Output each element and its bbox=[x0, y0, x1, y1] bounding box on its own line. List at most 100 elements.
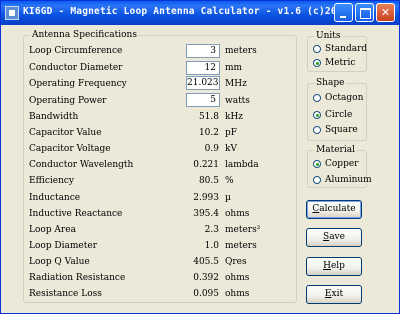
exit-button[interactable]: Exit bbox=[306, 285, 362, 304]
inductance-unit: µ bbox=[225, 193, 231, 203]
inductance-label: Inductance bbox=[29, 193, 81, 203]
units-label: Units bbox=[314, 31, 343, 41]
window-title: KI6GD - Magnetic Loop Antenna Calculator… bbox=[23, 6, 349, 17]
conductor-diameter-label: Conductor Diameter bbox=[29, 63, 123, 73]
capacitor-value-value: 10.2 bbox=[198, 128, 219, 138]
efficiency-value: 80.5 bbox=[198, 176, 219, 186]
units-standard-label: Standard bbox=[325, 44, 368, 54]
conductor-wavelength-value: 0.221 bbox=[193, 160, 219, 170]
radiation-resistance-value: 0.392 bbox=[193, 273, 219, 283]
exit-mnemonic: E bbox=[324, 289, 332, 299]
material-copper-radio[interactable]: Copper bbox=[313, 158, 365, 170]
conductor-diameter-unit: mm bbox=[225, 63, 243, 73]
material-copper-label: Copper bbox=[325, 159, 359, 169]
operating-frequency-unit: MHz bbox=[225, 79, 247, 89]
shape-circle-radio[interactable]: Circle bbox=[313, 109, 365, 121]
operating-power-input[interactable]: 5 bbox=[186, 93, 220, 107]
save-button[interactable]: Save bbox=[306, 228, 362, 247]
inductive-reactance-value: 395.4 bbox=[193, 209, 219, 219]
radiation-resistance-unit: ohms bbox=[225, 273, 250, 283]
help-button[interactable]: Help bbox=[306, 257, 362, 276]
radiation-resistance-label: Radiation Resistance bbox=[29, 273, 126, 283]
shape-octagon-radio[interactable]: Octagon bbox=[313, 92, 365, 104]
material-aluminum-label: Aluminum bbox=[325, 175, 372, 185]
radio-indicator-selected bbox=[313, 59, 321, 67]
bandwidth-label: Bandwidth bbox=[29, 112, 79, 122]
minimize-button[interactable] bbox=[334, 3, 353, 22]
loop-diameter-label: Loop Diameter bbox=[29, 241, 98, 251]
conductor-wavelength-label: Conductor Wavelength bbox=[29, 160, 134, 170]
app-icon bbox=[5, 6, 19, 20]
help-mnemonic: H bbox=[323, 261, 331, 271]
loop-area-value: 2.3 bbox=[204, 225, 219, 235]
capacitor-value-label: Capacitor Value bbox=[29, 128, 102, 138]
conductor-diameter-input[interactable]: 12 bbox=[186, 61, 220, 75]
units-metric-radio[interactable]: Metric bbox=[313, 57, 365, 69]
help-button-label: elp bbox=[330, 261, 345, 271]
radio-indicator-selected bbox=[313, 160, 321, 168]
resistance-loss-label: Resistance Loss bbox=[29, 289, 102, 299]
radio-indicator-selected bbox=[313, 111, 321, 119]
conductor-wavelength-unit: lambda bbox=[225, 160, 259, 170]
operating-power-unit: watts bbox=[225, 96, 250, 106]
material-label: Material bbox=[314, 145, 357, 155]
resistance-loss-row: Resistance Loss 0.095 ohms bbox=[29, 287, 269, 301]
operating-power-row: Operating Power watts bbox=[29, 94, 269, 108]
capacitor-voltage-unit: kV bbox=[225, 144, 237, 154]
radiation-resistance-row: Radiation Resistance 0.392 ohms bbox=[29, 271, 269, 285]
shape-octagon-label: Octagon bbox=[325, 93, 364, 103]
loop-area-label: Loop Area bbox=[29, 225, 76, 235]
loop-diameter-unit: meters bbox=[225, 241, 257, 251]
inductive-reactance-unit: ohms bbox=[225, 209, 250, 219]
operating-frequency-label: Operating Frequency bbox=[29, 79, 127, 89]
capacitor-value-unit: pF bbox=[225, 128, 238, 138]
calculate-button-label: alculate bbox=[319, 204, 356, 214]
loop-q-value-unit: Qres bbox=[225, 257, 247, 267]
capacitor-voltage-row: Capacitor Voltage 0.9 kV bbox=[29, 142, 269, 156]
material-aluminum-radio[interactable]: Aluminum bbox=[313, 174, 372, 186]
loop-circumference-row: Loop Circumference meters bbox=[29, 44, 269, 58]
conductor-wavelength-row: Conductor Wavelength 0.221 lambda bbox=[29, 158, 269, 172]
operating-frequency-input[interactable]: 21.023 bbox=[186, 76, 220, 90]
units-metric-label: Metric bbox=[325, 58, 356, 68]
antenna-specifications-label: Antenna Specifications bbox=[30, 30, 139, 40]
save-button-label: ave bbox=[329, 232, 345, 242]
inductive-reactance-label: Inductive Reactance bbox=[29, 209, 123, 219]
radio-indicator bbox=[313, 126, 321, 134]
shape-square-radio[interactable]: Square bbox=[313, 124, 365, 136]
radio-indicator bbox=[313, 94, 321, 102]
capacitor-voltage-label: Capacitor Voltage bbox=[29, 144, 111, 154]
loop-diameter-row: Loop Diameter 1.0 meters bbox=[29, 239, 269, 253]
calculate-button[interactable]: Calculate bbox=[306, 200, 362, 219]
bandwidth-value: 51.8 bbox=[198, 112, 219, 122]
radio-indicator bbox=[313, 176, 321, 184]
radio-indicator bbox=[313, 45, 321, 53]
loop-area-row: Loop Area 2.3 meters² bbox=[29, 223, 269, 237]
loop-diameter-value: 1.0 bbox=[204, 241, 219, 251]
resistance-loss-value: 0.095 bbox=[193, 289, 219, 299]
operating-power-label: Operating Power bbox=[29, 96, 107, 106]
loop-q-value-row: Loop Q Value 405.5 Qres bbox=[29, 255, 269, 269]
exit-button-label: xit bbox=[331, 289, 344, 299]
loop-circumference-label: Loop Circumference bbox=[29, 46, 123, 56]
efficiency-row: Efficiency 80.5 % bbox=[29, 174, 269, 188]
shape-label: Shape bbox=[314, 78, 347, 88]
loop-circumference-input[interactable]: 3 bbox=[186, 44, 220, 58]
loop-area-unit: meters² bbox=[225, 225, 261, 235]
capacitor-voltage-value: 0.9 bbox=[204, 144, 219, 154]
capacitor-value-row: Capacitor Value 10.2 pF bbox=[29, 126, 269, 140]
units-standard-radio[interactable]: Standard bbox=[313, 43, 368, 55]
inductive-reactance-row: Inductive Reactance 395.4 ohms bbox=[29, 207, 269, 221]
loop-circumference-unit: meters bbox=[225, 46, 257, 56]
shape-circle-label: Circle bbox=[325, 110, 353, 120]
app-window: KI6GD - Magnetic Loop Antenna Calculator… bbox=[0, 0, 400, 314]
shape-square-label: Square bbox=[325, 125, 358, 135]
loop-q-value-value: 405.5 bbox=[193, 257, 219, 267]
bandwidth-unit: kHz bbox=[225, 112, 244, 122]
title-bar[interactable]: KI6GD - Magnetic Loop Antenna Calculator… bbox=[1, 1, 399, 25]
operating-frequency-row: Operating Frequency MHz bbox=[29, 77, 269, 91]
efficiency-unit: % bbox=[225, 176, 234, 186]
maximize-button[interactable] bbox=[355, 3, 374, 22]
close-button[interactable]: ✕ bbox=[376, 3, 395, 22]
resistance-loss-unit: ohms bbox=[225, 289, 250, 299]
